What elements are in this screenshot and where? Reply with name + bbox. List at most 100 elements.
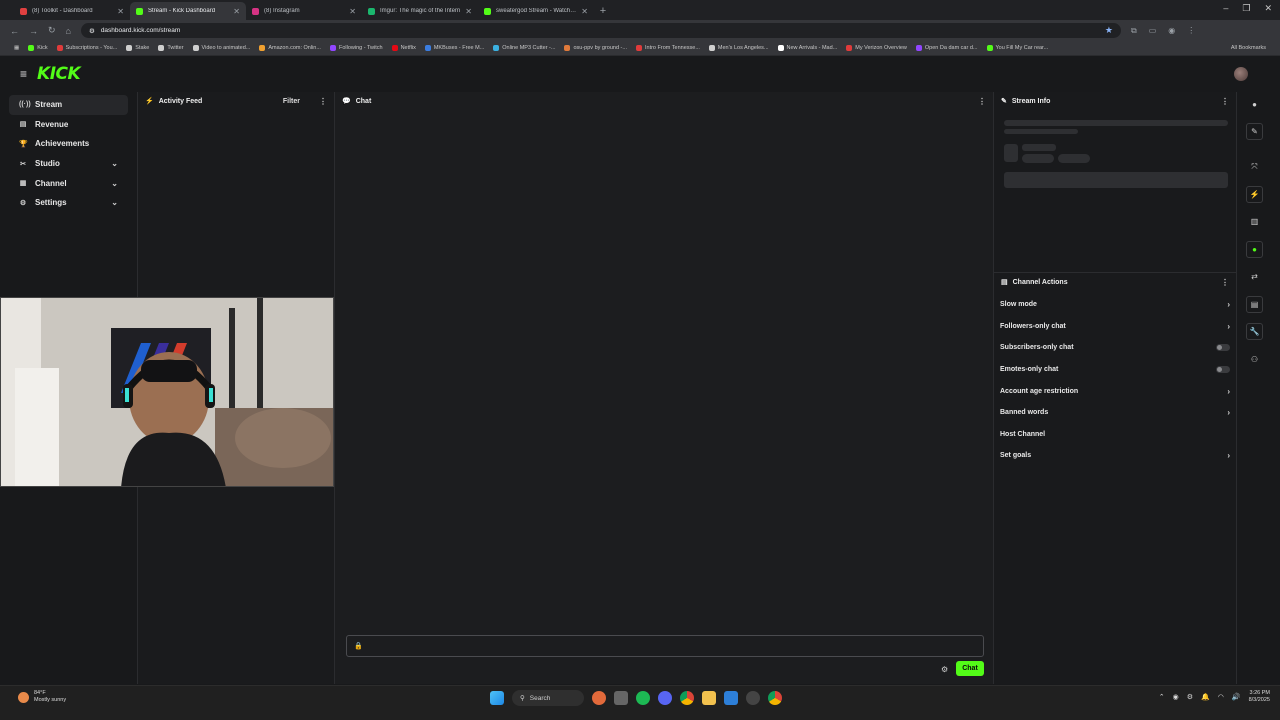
tray-gear-icon[interactable]: ⚙	[1187, 693, 1193, 701]
chat-bubble-rail-icon[interactable]: ●	[1246, 241, 1263, 258]
sidebar-item-channel[interactable]: ▦ Channel ⌄	[9, 173, 128, 193]
stream-info-options-icon[interactable]: ⋮	[1221, 97, 1229, 106]
bookmark-item[interactable]: Subscriptions - You...	[56, 45, 117, 51]
browser-tab[interactable]: sweatergod Stream - Watch Li ✕	[478, 2, 594, 20]
kick-logo[interactable]: KICK	[37, 64, 81, 84]
channel-action-row[interactable]: Account age restriction ›	[994, 380, 1236, 402]
lightning-bolt-icon[interactable]: ⚡	[1246, 186, 1263, 203]
wifi-icon[interactable]: ◠	[1218, 693, 1224, 701]
chevron-right-icon[interactable]: ›	[1227, 408, 1230, 417]
bookmark-item[interactable]: osu-ppv by ground -...	[564, 45, 627, 51]
sidebar-item-revenue[interactable]: ▤ Revenue	[9, 115, 128, 135]
archive-icon[interactable]: ▥	[1246, 213, 1263, 230]
chevron-right-icon[interactable]: ›	[1227, 300, 1230, 309]
tray-app-icon[interactable]: ◉	[1173, 693, 1179, 701]
spotify-icon[interactable]	[636, 691, 650, 705]
channel-action-row[interactable]: Slow mode ›	[994, 294, 1236, 316]
tab-close-icon[interactable]: ✕	[465, 7, 472, 16]
filter-button[interactable]: Filter	[283, 98, 300, 105]
tab-close-icon[interactable]: ✕	[581, 7, 588, 16]
close-window-icon[interactable]: ✕	[1264, 3, 1272, 14]
bookmark-item[interactable]: Kick	[28, 45, 48, 51]
bookmark-item[interactable]: Netflix	[391, 45, 416, 51]
weather-widget[interactable]: 84°F Mostly sunny	[18, 690, 66, 704]
hamburger-menu-icon[interactable]: ≡	[20, 67, 27, 81]
volume-icon[interactable]: 🔊	[1232, 693, 1241, 701]
chevron-right-icon[interactable]: ›	[1227, 451, 1230, 460]
forward-icon[interactable]: →	[29, 26, 38, 36]
people-icon[interactable]: ⚇	[1246, 351, 1263, 368]
browser-tab[interactable]: Stream - Kick Dashboard ✕	[130, 2, 246, 20]
profile-icon[interactable]: ◉	[1168, 26, 1175, 36]
clock[interactable]: 3:26 PM 8/3/2025	[1249, 690, 1270, 704]
bookmark-item[interactable]: New Arrivals - Mad...	[777, 45, 837, 51]
all-bookmarks[interactable]: All Bookmarks	[1231, 45, 1266, 51]
bookmark-item[interactable]: Video to animated...	[192, 45, 250, 51]
bookmark-item[interactable]: Intro From Tennesse...	[635, 45, 700, 51]
toggle-switch[interactable]	[1216, 344, 1230, 352]
file-explorer-icon[interactable]	[702, 691, 716, 705]
activity-options-icon[interactable]: ⋮	[319, 97, 327, 106]
wrench-icon[interactable]: 🔧	[1246, 323, 1263, 340]
bookmark-item[interactable]: Men's Los Angeles...	[708, 45, 769, 51]
tab-close-icon[interactable]: ✕	[349, 7, 356, 16]
channel-action-row[interactable]: Set goals ›	[994, 445, 1236, 467]
channel-action-row[interactable]: Followers-only chat ›	[994, 316, 1236, 338]
sidebar-item-studio[interactable]: ✂ Studio ⌄	[9, 154, 128, 174]
maximize-icon[interactable]: ❐	[1242, 3, 1250, 14]
browser-tab[interactable]: (8) Instagram ✕	[246, 2, 362, 20]
list-rail-icon[interactable]: ▤	[1246, 296, 1263, 313]
chevron-down-icon[interactable]: ⌄	[111, 179, 118, 188]
bookmark-item[interactable]: Amazon.com: Onlin...	[259, 45, 321, 51]
browser-tab[interactable]: Imgur: The magic of the Intern ✕	[362, 2, 478, 20]
bookmark-item[interactable]: My Verizon Overview	[846, 45, 907, 51]
apps-grid-icon[interactable]: ▦	[14, 45, 19, 51]
bookmark-item[interactable]: Stake	[126, 45, 149, 51]
channel-actions-options-icon[interactable]: ⋮	[1221, 278, 1229, 287]
extensions-icon[interactable]: ⧉	[1131, 26, 1137, 36]
home-icon[interactable]: ⌂	[66, 26, 71, 36]
tray-chevron-icon[interactable]: ⌃	[1159, 693, 1165, 701]
sidebar-item-stream[interactable]: ((·)) Stream	[9, 95, 128, 115]
tray-bell-icon[interactable]: 🔔	[1201, 693, 1210, 701]
start-icon[interactable]	[490, 691, 504, 705]
back-icon[interactable]: ←	[10, 26, 19, 36]
share-icon[interactable]: ⤧	[1246, 158, 1263, 175]
chevron-down-icon[interactable]: ⌄	[111, 159, 118, 168]
bookmark-item[interactable]: Online MP3 Cutter -...	[493, 45, 555, 51]
chat-settings-gear-icon[interactable]: ⚙	[941, 665, 948, 674]
chat-options-icon[interactable]: ⋮	[978, 97, 986, 106]
chat-send-button[interactable]: Chat	[956, 661, 984, 676]
obs-icon[interactable]	[746, 691, 760, 705]
sidepanel-icon[interactable]: ▭	[1149, 26, 1157, 36]
minimize-icon[interactable]: –	[1223, 3, 1228, 14]
bookmark-star-icon[interactable]: ★	[1105, 25, 1113, 36]
task-view-icon[interactable]	[614, 691, 628, 705]
link-icon[interactable]: ⇄	[1246, 268, 1263, 285]
sidebar-item-settings[interactable]: ⚙ Settings ⌄	[9, 193, 128, 213]
record-icon[interactable]: ●	[1246, 96, 1263, 113]
chevron-down-icon[interactable]: ⌄	[111, 198, 118, 207]
chrome-alt-icon[interactable]	[768, 691, 782, 705]
channel-action-row[interactable]: Host Channel	[994, 424, 1236, 446]
toggle-switch[interactable]	[1216, 366, 1230, 374]
channel-action-row[interactable]: Emotes-only chat	[994, 359, 1236, 381]
bookmark-item[interactable]: Following - Twitch	[329, 45, 383, 51]
bookmark-item[interactable]: You Fill My Car rear...	[986, 45, 1048, 51]
chevron-right-icon[interactable]: ›	[1227, 322, 1230, 331]
sidebar-item-achievements[interactable]: 🏆 Achievements	[9, 134, 128, 154]
tab-close-icon[interactable]: ✕	[117, 7, 124, 16]
user-avatar[interactable]	[1234, 67, 1248, 81]
reload-icon[interactable]: ↻	[48, 25, 56, 36]
bookmark-item[interactable]: Open Da dam car d...	[915, 45, 978, 51]
watermelon-icon[interactable]	[592, 691, 606, 705]
tab-close-icon[interactable]: ✕	[233, 7, 240, 16]
chat-message-input[interactable]: 🔒	[346, 635, 984, 657]
site-info-icon[interactable]: ⚙	[89, 27, 95, 35]
new-tab-button[interactable]: +	[594, 2, 612, 20]
bookmark-item[interactable]: Twitter	[158, 45, 184, 51]
browser-tab[interactable]: (8) Toolkit - Dashboard ✕	[14, 2, 130, 20]
edit-pencil-icon[interactable]: ✎	[1246, 123, 1263, 140]
bookmark-item[interactable]: MKBuses - Free M...	[424, 45, 484, 51]
taskbar-search[interactable]: ⚲ Search	[512, 690, 584, 706]
